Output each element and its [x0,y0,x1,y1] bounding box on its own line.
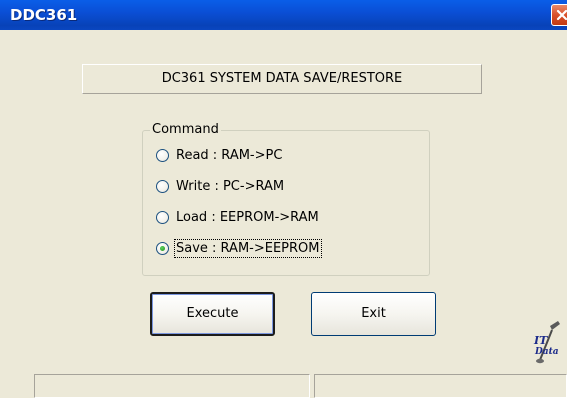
radio-write[interactable]: Write : PC->RAM [156,176,284,196]
status-panel-1 [34,374,310,398]
radio-load-label: Load : EEPROM->RAM [176,209,319,225]
radio-write-label: Write : PC->RAM [176,178,285,194]
close-button[interactable] [551,4,567,26]
radio-button-write[interactable] [156,179,169,193]
header-panel: DC361 SYSTEM DATA SAVE/RESTORE [82,64,482,94]
close-icon [556,9,567,21]
radio-button-save[interactable] [156,241,169,255]
execute-button[interactable]: Execute [150,292,275,336]
title-bar[interactable]: DDC361 [0,0,567,30]
svg-text:IT: IT [533,334,548,347]
radio-button-load[interactable] [156,210,169,224]
exit-button[interactable]: Exit [311,292,436,336]
svg-text:Data: Data [534,347,559,357]
app-window: DDC361 DC361 SYSTEM DATA SAVE/RESTORE Co… [0,0,567,398]
command-group-label: Command [150,122,221,137]
window-title: DDC361 [10,6,78,24]
dialog-client-area: DC361 SYSTEM DATA SAVE/RESTORE Command R… [0,30,567,398]
radio-load[interactable]: Load : EEPROM->RAM [156,207,319,227]
command-groupbox: Command Read : RAM->PC Write : PC->RAM L… [142,122,430,276]
radio-save[interactable]: Save : RAM->EEPROM [156,238,322,258]
radio-read-label: Read : RAM->PC [176,147,283,163]
radio-button-read[interactable] [156,148,169,162]
datalogger-logo-icon: IT Data [533,321,560,364]
radio-read[interactable]: Read : RAM->PC [156,145,282,165]
radio-save-label: Save : RAM->EEPROM [174,238,322,258]
status-panel-2 [314,374,567,398]
